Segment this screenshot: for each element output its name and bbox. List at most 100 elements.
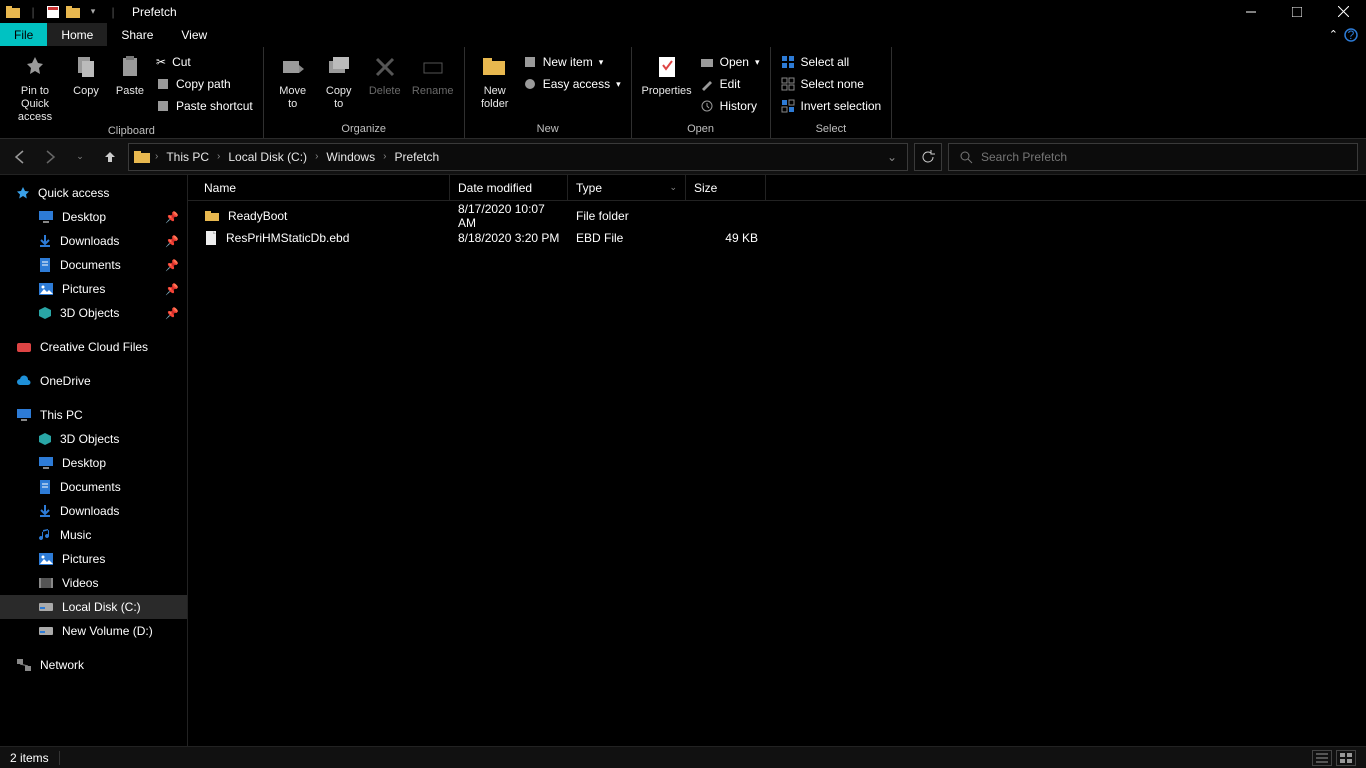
search-box[interactable] (948, 143, 1358, 171)
network-icon (16, 658, 32, 672)
properties-button[interactable]: Properties (638, 49, 696, 98)
cube-icon (38, 432, 52, 446)
delete-button[interactable]: Delete (362, 49, 408, 98)
copy-path-button[interactable]: Copy path (152, 73, 257, 95)
view-details-button[interactable] (1312, 750, 1332, 766)
titlebar: | ▾ | Prefetch (0, 0, 1366, 23)
file-row[interactable]: ResPriHMStaticDb.ebd8/18/2020 3:20 PMEBD… (188, 227, 1366, 249)
group-clipboard-label: Clipboard (108, 124, 155, 138)
download-icon (38, 234, 52, 248)
up-button[interactable] (98, 145, 122, 169)
col-name[interactable]: Name (196, 175, 450, 200)
open-button[interactable]: Open▾ (696, 51, 764, 73)
search-input[interactable] (981, 150, 1347, 164)
tab-share[interactable]: Share (107, 23, 167, 46)
nav-item[interactable]: New Volume (D:) (0, 619, 187, 643)
select-all-button[interactable]: Select all (777, 51, 886, 73)
new-folder-button[interactable]: New folder (471, 49, 519, 111)
nav-item[interactable]: Downloads (0, 499, 187, 523)
folder-icon (133, 149, 151, 165)
nav-item[interactable]: Documents (0, 475, 187, 499)
nav-item[interactable]: Documents📌 (0, 253, 187, 277)
nav-item[interactable]: 3D Objects📌 (0, 301, 187, 325)
nav-creative-cloud[interactable]: Creative Cloud Files (0, 335, 187, 359)
nav-item[interactable]: Pictures📌 (0, 277, 187, 301)
nav-item[interactable]: Music (0, 523, 187, 547)
pin-quickaccess-button[interactable]: Pin to Quick access (6, 49, 64, 124)
copy-to-button[interactable]: Copy to (316, 49, 362, 111)
svg-text:?: ? (1348, 28, 1355, 42)
invert-selection-button[interactable]: Invert selection (777, 95, 886, 117)
tab-home[interactable]: Home (47, 23, 107, 46)
group-organize-label: Organize (341, 120, 386, 138)
nav-item[interactable]: 3D Objects (0, 427, 187, 451)
recent-dropdown-icon[interactable]: ⌄ (68, 145, 92, 169)
forward-button[interactable] (38, 145, 62, 169)
status-item-count: 2 items (10, 751, 49, 765)
column-headers: Name Date modified Type⌄ Size (188, 175, 1366, 201)
status-bar: 2 items (0, 746, 1366, 768)
chevron-right-icon: › (311, 151, 322, 162)
address-bar-row: ⌄ › This PC›Local Disk (C:)›Windows›Pref… (0, 139, 1366, 175)
col-size[interactable]: Size (686, 175, 766, 200)
select-none-button[interactable]: Select none (777, 73, 886, 95)
cube-icon (38, 306, 52, 320)
nav-item[interactable]: Downloads📌 (0, 229, 187, 253)
nav-item[interactable]: Desktop📌 (0, 205, 187, 229)
tab-view[interactable]: View (167, 23, 221, 46)
nav-item[interactable]: Pictures (0, 547, 187, 571)
maximize-button[interactable] (1274, 0, 1320, 23)
breadcrumb[interactable]: This PC (162, 150, 213, 164)
breadcrumb[interactable]: Local Disk (C:) (224, 150, 311, 164)
minimize-button[interactable] (1228, 0, 1274, 23)
nav-network[interactable]: Network (0, 653, 187, 677)
address-bar[interactable]: › This PC›Local Disk (C:)›Windows›Prefet… (128, 143, 908, 171)
refresh-button[interactable] (914, 143, 942, 171)
copy-button[interactable]: Copy (64, 49, 108, 98)
chevron-right-icon: › (213, 151, 224, 162)
selectall-icon (781, 55, 795, 69)
qat-dropdown-icon[interactable]: ▾ (84, 3, 102, 21)
newitem-icon (523, 55, 537, 69)
nav-this-pc[interactable]: This PC (0, 403, 187, 427)
edit-button[interactable]: Edit (696, 73, 764, 95)
new-item-button[interactable]: New item▾ (519, 51, 625, 73)
view-thumbnails-button[interactable] (1336, 750, 1356, 766)
breadcrumb[interactable]: Windows (322, 150, 379, 164)
easy-access-button[interactable]: Easy access▾ (519, 73, 625, 95)
shortcut-icon (156, 99, 170, 113)
nav-item[interactable]: Videos (0, 571, 187, 595)
help-icon[interactable]: ? (1344, 28, 1358, 42)
file-list[interactable]: ReadyBoot8/17/2020 10:07 AMFile folderRe… (188, 201, 1366, 746)
close-button[interactable] (1320, 0, 1366, 23)
cut-button[interactable]: ✂Cut (152, 51, 257, 73)
tab-file[interactable]: File (0, 23, 47, 46)
paste-button[interactable]: Paste (108, 49, 152, 98)
file-row[interactable]: ReadyBoot8/17/2020 10:07 AMFile folder (188, 205, 1366, 227)
nav-item[interactable]: Local Disk (C:) (0, 595, 187, 619)
move-to-button[interactable]: Move to (270, 49, 316, 111)
address-dropdown-icon[interactable]: ⌄ (881, 150, 903, 164)
col-date[interactable]: Date modified (450, 175, 568, 200)
properties-qat-icon[interactable] (44, 3, 62, 21)
nav-onedrive[interactable]: OneDrive (0, 369, 187, 393)
paste-shortcut-button[interactable]: Paste shortcut (152, 95, 257, 117)
col-type[interactable]: Type⌄ (568, 175, 686, 200)
breadcrumb[interactable]: Prefetch (390, 150, 443, 164)
divider-icon: | (24, 3, 42, 21)
pin-icon: 📌 (165, 283, 179, 296)
nav-quick-access[interactable]: Quick access (0, 181, 187, 205)
copyto-icon (323, 51, 355, 83)
collapse-ribbon-icon[interactable]: ⌃ (1329, 28, 1338, 41)
paste-icon (114, 51, 146, 83)
desktop-icon (38, 210, 54, 224)
folder-icon (204, 209, 220, 223)
download-icon (38, 504, 52, 518)
rename-icon (417, 51, 449, 83)
navigation-pane[interactable]: Quick access Desktop📌Downloads📌Documents… (0, 175, 188, 746)
rename-button[interactable]: Rename (408, 49, 458, 98)
history-button[interactable]: History (696, 95, 764, 117)
nav-item[interactable]: Desktop (0, 451, 187, 475)
folder-qat-icon[interactable] (64, 3, 82, 21)
back-button[interactable] (8, 145, 32, 169)
